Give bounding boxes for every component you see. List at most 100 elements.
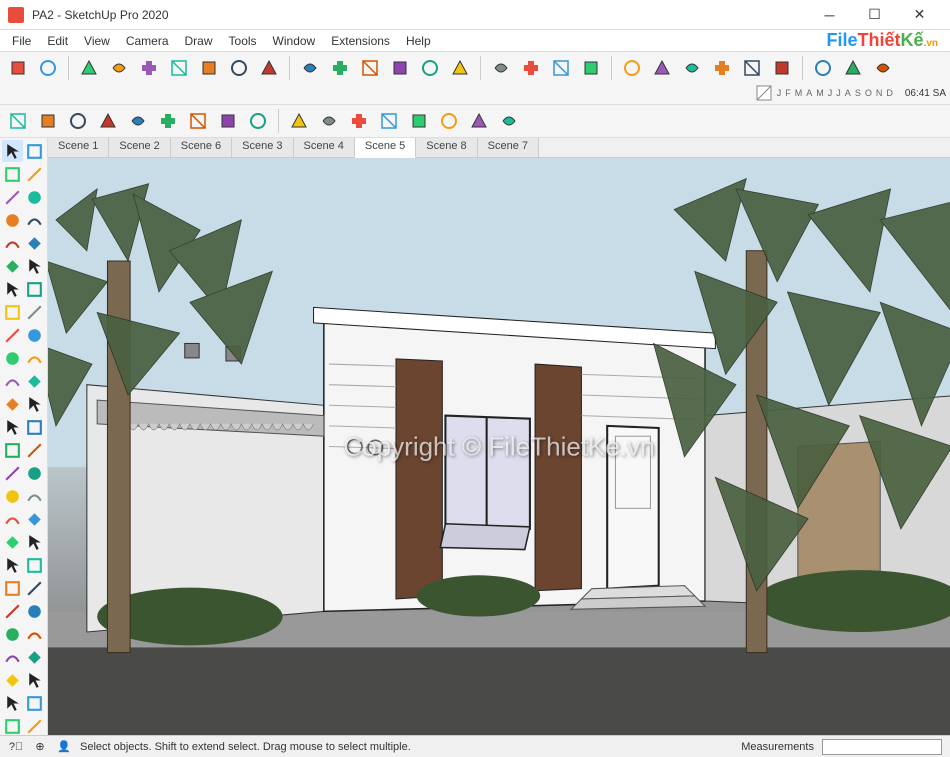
circle-tool[interactable] [24,232,45,254]
dome-icon[interactable] [244,107,272,135]
vray-icon[interactable] [618,54,646,82]
3dtext-tool[interactable] [24,439,45,461]
protractor-tool[interactable] [2,393,23,415]
component-icon[interactable] [34,54,62,82]
zoomwin-tool[interactable] [24,531,45,553]
contour-tool[interactable] [24,669,45,691]
section-tool[interactable] [2,485,23,507]
section-cut-icon[interactable] [517,54,545,82]
scene-tab[interactable]: Scene 7 [478,138,539,157]
addDetail-tool[interactable] [24,646,45,668]
axes-tool[interactable] [2,439,23,461]
geo-icon[interactable]: ⊕ [32,739,48,755]
menu-help[interactable]: Help [398,32,439,50]
menu-edit[interactable]: Edit [39,32,76,50]
scene-tab[interactable]: Scene 3 [232,138,293,157]
stamp-tool[interactable] [2,623,23,645]
cube1-icon[interactable] [315,107,343,135]
pan-tool[interactable] [24,508,45,530]
menu-view[interactable]: View [76,32,118,50]
polygon-tool[interactable] [24,255,45,277]
viewport-3d[interactable]: Copyright © FileThietKe.vn [48,158,950,735]
menu-file[interactable]: File [4,32,39,50]
arc2-tool[interactable] [2,278,23,300]
flash-icon[interactable] [154,107,182,135]
menu-extensions[interactable]: Extensions [323,32,398,50]
shadow-icon[interactable] [34,107,62,135]
pencil-tool[interactable] [2,186,23,208]
monochrome-icon[interactable] [416,54,444,82]
menu-window[interactable]: Window [265,32,324,50]
pushpull-tool[interactable] [2,301,23,323]
scene-tab[interactable]: Scene 2 [109,138,170,157]
shadow2-icon[interactable] [184,107,212,135]
text-tool[interactable] [24,393,45,415]
followme-tool[interactable] [2,347,23,369]
scene-tab[interactable]: Scene 1 [48,138,109,157]
rectangle-select-tool[interactable] [24,140,45,162]
anim-icon[interactable] [809,54,837,82]
settings-icon[interactable] [738,54,766,82]
box-icon[interactable] [285,107,313,135]
measurements-input[interactable] [822,739,942,755]
lock-icon[interactable] [839,54,867,82]
tape-tool[interactable] [24,209,45,231]
month-timeline[interactable]: JFMAMJJASOND [777,88,893,98]
scene-tab[interactable]: Scene 4 [294,138,355,157]
xray-icon[interactable] [446,54,474,82]
label-tool[interactable] [24,416,45,438]
circle-icon[interactable] [64,107,92,135]
zoom-tool[interactable] [2,531,23,553]
left-icon[interactable] [195,54,223,82]
unlock-icon[interactable] [869,54,897,82]
pie-tool[interactable] [2,255,23,277]
menu-camera[interactable]: Camera [118,32,177,50]
trim-tool[interactable] [24,715,45,735]
walk-tool[interactable] [24,485,45,507]
move-tool[interactable] [2,324,23,346]
solid2-tool[interactable] [24,692,45,714]
solid1-tool[interactable] [2,692,23,714]
back-icon[interactable] [135,54,163,82]
look-tool[interactable] [24,577,45,599]
swatch-icon[interactable] [755,84,773,102]
menu-tools[interactable]: Tools [221,32,265,50]
teapot-icon[interactable] [678,54,706,82]
help-icon[interactable]: ?⃝ [8,739,24,755]
oval-icon[interactable] [214,107,242,135]
arc3-tool[interactable] [24,278,45,300]
iso-icon[interactable] [75,54,103,82]
scene-tab[interactable]: Scene 8 [416,138,477,157]
drape-tool[interactable] [24,623,45,645]
scale-tool[interactable] [24,347,45,369]
sun-icon[interactable] [124,107,152,135]
frame-icon[interactable] [768,54,796,82]
previous-tool[interactable] [24,554,45,576]
hidden-icon[interactable] [326,54,354,82]
cloud-icon[interactable] [708,54,736,82]
section-plane-icon[interactable] [487,54,515,82]
paint-tool[interactable] [2,462,23,484]
sandbox-tool[interactable] [24,600,45,622]
cube2-icon[interactable] [345,107,373,135]
section-fill-icon[interactable] [547,54,575,82]
cube4-icon[interactable] [405,107,433,135]
textured-icon[interactable] [386,54,414,82]
cube5-icon[interactable] [435,107,463,135]
minimize-button[interactable]: ─ [807,0,852,30]
right-icon[interactable] [225,54,253,82]
push-icon[interactable] [465,107,493,135]
offset2-tool[interactable] [2,370,23,392]
flip-tool[interactable] [2,669,23,691]
wireframe-icon[interactable] [296,54,324,82]
scene-tab[interactable]: Scene 6 [171,138,232,157]
shaded-icon[interactable] [356,54,384,82]
follow-icon[interactable] [495,107,523,135]
rotate-tool[interactable] [24,324,45,346]
close-button[interactable]: ✕ [897,0,942,30]
freehand-tool[interactable] [24,163,45,185]
cube3-icon[interactable] [375,107,403,135]
light-icon[interactable] [648,54,676,82]
position-tool[interactable] [2,577,23,599]
dimension-tool[interactable] [2,416,23,438]
